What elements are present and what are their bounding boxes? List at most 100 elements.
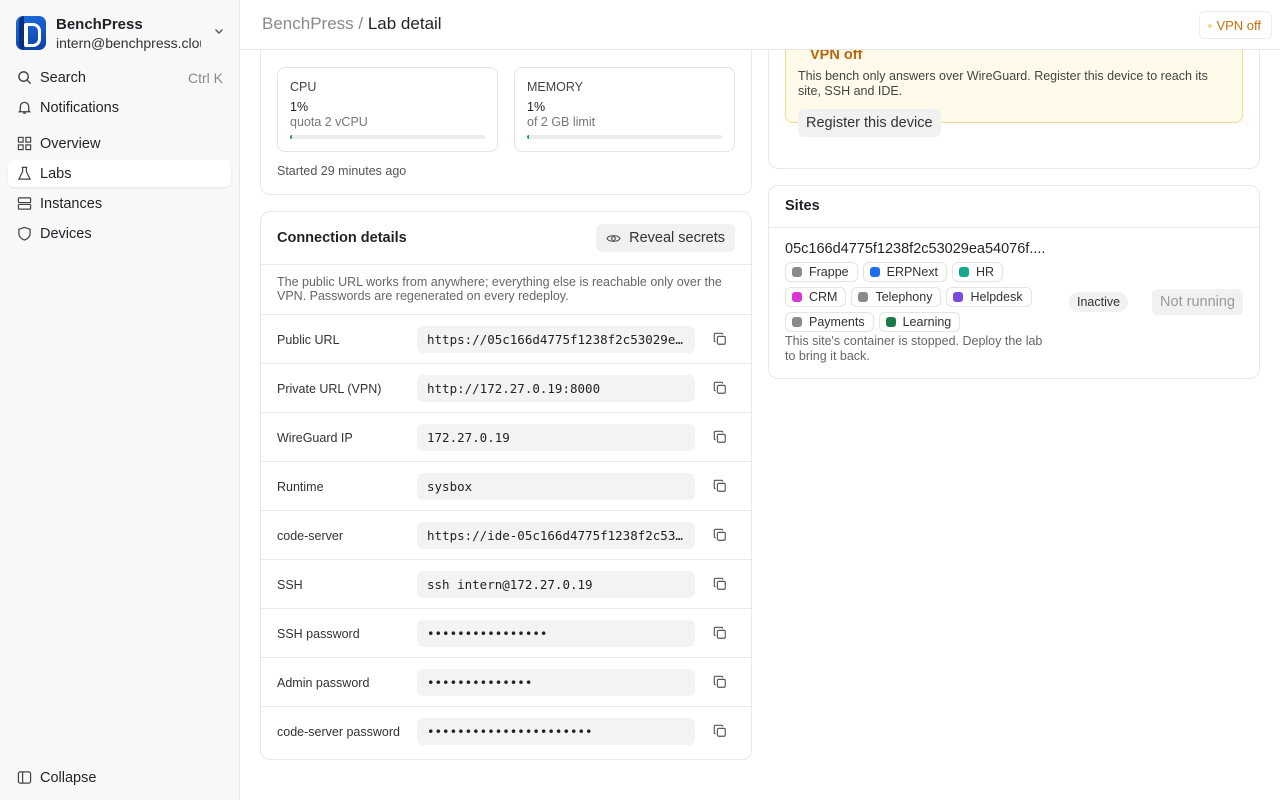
connection-key: Runtime: [277, 479, 324, 494]
connection-value-field[interactable]: ••••••••••••••••••••••: [417, 718, 695, 745]
register-device-button[interactable]: Register this device: [798, 109, 941, 137]
connection-value: sysbox: [427, 479, 473, 494]
copy-icon[interactable]: [713, 626, 727, 640]
cpu-label: CPU: [290, 80, 317, 94]
copy-icon[interactable]: [713, 479, 727, 493]
app-name: Helpdesk: [970, 290, 1023, 304]
copy-icon[interactable]: [713, 724, 727, 738]
memory-limit: of 2 GB limit: [527, 115, 596, 129]
app-icon: [869, 267, 880, 277]
app-name: CRM: [809, 290, 838, 304]
bell-icon: [16, 100, 32, 116]
site-note: This site's container is stopped. Deploy…: [785, 334, 1043, 363]
app-icon: [792, 292, 802, 302]
app-icon: [959, 267, 970, 277]
table-row: SSH password ••••••••••••••••: [261, 608, 751, 657]
app-name: ERPNext: [886, 265, 939, 279]
table-row: code-server https://ide-05c166d4775f1238f…: [261, 510, 751, 559]
site-status-badge: Inactive: [1069, 292, 1129, 312]
app-name: HR: [976, 265, 995, 279]
vpn-warning-text: This bench only answers over WireGuard. …: [798, 69, 1208, 98]
connection-key: SSH: [277, 577, 303, 592]
memory-value: 1%: [527, 100, 546, 114]
cpu-stat: CPU 1% quota 2 vCPU: [277, 67, 498, 152]
app-badge: CRM: [785, 287, 847, 307]
connection-value-field[interactable]: https://ide-05c166d4775f1238f2c53029ea54…: [417, 522, 695, 549]
search-button[interactable]: Search Ctrl K: [8, 64, 231, 91]
connection-value-field[interactable]: https://05c166d4775f1238f2c53029ea54076f…: [417, 326, 695, 353]
app-badge: ERPNext: [862, 262, 948, 282]
sidebar-item-instances[interactable]: Instances: [8, 190, 231, 217]
chevron-down-icon: [214, 26, 224, 36]
page-title: Lab detail: [367, 14, 442, 33]
memory-stat: MEMORY 1% of 2 GB limit: [514, 67, 735, 152]
connection-header: Connection details Reveal secrets: [261, 212, 751, 265]
connection-value-field[interactable]: ••••••••••••••••: [417, 620, 695, 647]
server-icon: [16, 196, 32, 212]
sidebar-item-devices[interactable]: Devices: [8, 220, 231, 247]
copy-icon[interactable]: [713, 528, 727, 542]
shield-icon: [16, 226, 32, 242]
connection-note: The public URL works from anywhere; ever…: [277, 275, 722, 303]
header: BenchPress / Lab detail VPN off: [240, 0, 1280, 50]
site-apps: Frappe ERPNext HR CRM Telephony Helpdesk Payme…: [785, 262, 1065, 332]
cpu-value: 1%: [290, 100, 309, 114]
grid-icon: [16, 136, 32, 152]
connection-value-field[interactable]: http://172.27.0.19:8000: [417, 375, 695, 402]
user-email: intern@benchpress.cloud: [56, 34, 201, 51]
copy-icon[interactable]: [713, 675, 727, 689]
started-time: Started 29 minutes ago: [277, 164, 407, 178]
workspace-name: BenchPress: [56, 15, 143, 33]
search-shortcut: Ctrl K: [188, 69, 223, 86]
connection-value: ••••••••••••••: [427, 675, 533, 690]
copy-icon[interactable]: [713, 381, 727, 395]
connection-value: ••••••••••••••••: [427, 626, 548, 641]
connection-details-card: Connection details Reveal secrets The pu…: [260, 211, 752, 760]
table-row: Private URL (VPN) http://172.27.0.19:8000: [261, 363, 751, 412]
table-row: Admin password ••••••••••••••: [261, 657, 751, 706]
app-badge: Telephony: [851, 287, 942, 307]
copy-icon[interactable]: [713, 577, 727, 591]
sidebar-item-label: Devices: [40, 225, 92, 242]
connection-key: Admin password: [277, 675, 370, 690]
connection-value-field[interactable]: ••••••••••••••: [417, 669, 695, 696]
connection-key: code-server password: [277, 724, 400, 739]
connection-value-field[interactable]: 172.27.0.19: [417, 424, 695, 451]
connection-value: ••••••••••••••••••••••: [427, 724, 593, 739]
workspace-switcher[interactable]: BenchPress intern@benchpress.cloud: [16, 13, 230, 53]
connection-value: https://ide-05c166d4775f1238f2c53029ea54…: [427, 528, 685, 543]
app-name: Payments: [809, 315, 865, 329]
sites-header: Sites: [769, 186, 1259, 228]
app-icon: [858, 292, 869, 302]
app-icon: [792, 267, 802, 277]
eye-icon: [606, 231, 621, 246]
collapse-button[interactable]: Collapse: [8, 764, 231, 791]
site-name[interactable]: 05c166d4775f1238f2c53029ea54076f....: [785, 241, 1045, 257]
search-label: Search: [40, 69, 86, 86]
sites-title: Sites: [785, 198, 820, 214]
collapse-label: Collapse: [40, 769, 97, 786]
notifications-label: Notifications: [40, 99, 119, 116]
connection-value-field[interactable]: ssh intern@172.27.0.19: [417, 571, 695, 598]
connection-key: Private URL (VPN): [277, 381, 382, 396]
app-badge: Learning: [878, 312, 961, 332]
connection-key: WireGuard IP: [277, 430, 353, 445]
memory-progress-fill: [527, 135, 529, 139]
table-row: code-server password ••••••••••••••••••••…: [261, 706, 751, 755]
copy-icon[interactable]: [713, 430, 727, 444]
vpn-status-badge[interactable]: VPN off: [1199, 11, 1272, 39]
connection-key: code-server: [277, 528, 343, 543]
app-badge: HR: [952, 262, 1004, 282]
app-icon: [885, 317, 896, 327]
table-row: Runtime sysbox: [261, 461, 751, 510]
table-row: Public URL https://05c166d4775f1238f2c530…: [261, 314, 751, 363]
notifications-button[interactable]: Notifications: [8, 94, 231, 121]
sidebar-item-overview[interactable]: Overview: [8, 130, 231, 157]
app-icon: [953, 292, 964, 302]
reveal-secrets-button[interactable]: Reveal secrets: [596, 224, 735, 252]
sidebar-item-labs[interactable]: Labs: [8, 160, 231, 187]
copy-icon[interactable]: [713, 332, 727, 346]
breadcrumb-root[interactable]: BenchPress: [262, 14, 354, 33]
connection-key: Public URL: [277, 332, 340, 347]
connection-value-field[interactable]: sysbox: [417, 473, 695, 500]
